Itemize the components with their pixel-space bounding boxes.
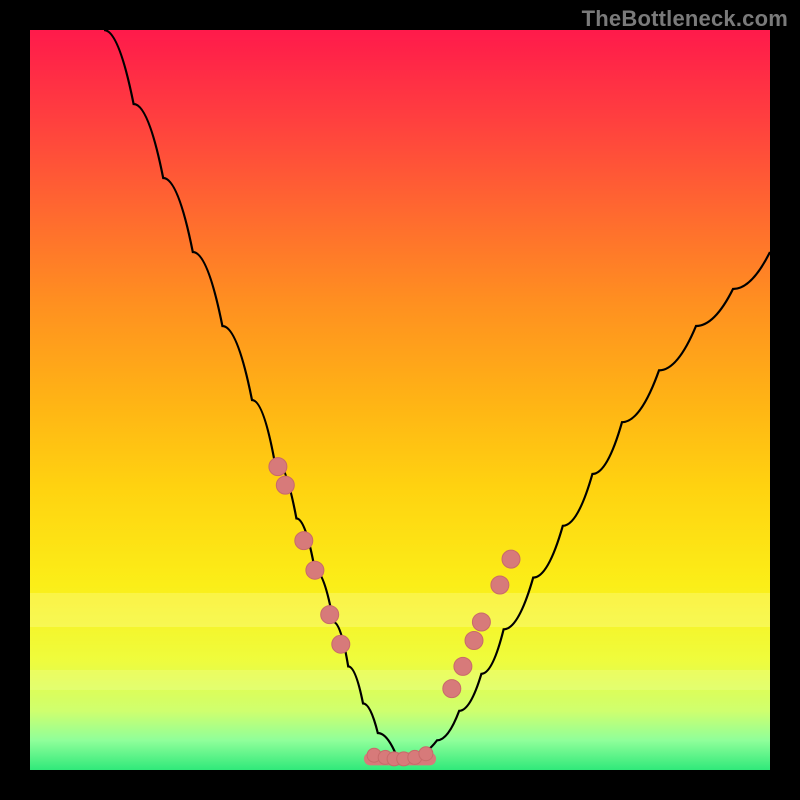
data-marker <box>276 476 294 494</box>
curve-layer <box>30 30 770 770</box>
data-marker <box>332 635 350 653</box>
data-marker <box>306 561 324 579</box>
data-marker <box>443 680 461 698</box>
plot-area <box>30 30 770 770</box>
data-marker <box>472 613 490 631</box>
data-marker <box>295 532 313 550</box>
data-marker <box>269 458 287 476</box>
chart-frame: TheBottleneck.com <box>0 0 800 800</box>
data-marker <box>465 632 483 650</box>
data-marker <box>491 576 509 594</box>
bottleneck-curve <box>104 30 770 755</box>
markers-left <box>269 458 350 654</box>
watermark-text: TheBottleneck.com <box>582 6 788 32</box>
data-marker <box>454 657 472 675</box>
data-marker <box>419 747 433 761</box>
data-marker <box>321 606 339 624</box>
data-marker <box>502 550 520 568</box>
